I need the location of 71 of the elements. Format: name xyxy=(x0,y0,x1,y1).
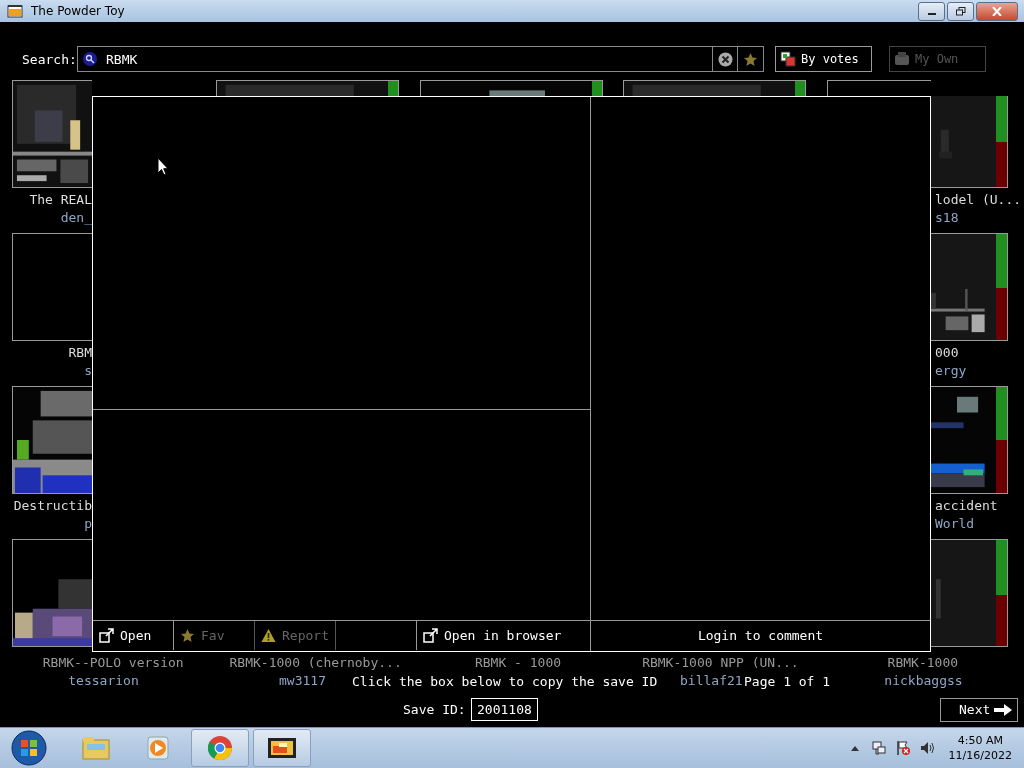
search-label: Search: xyxy=(21,51,77,67)
search-field[interactable]: RBMK xyxy=(77,46,713,72)
save-author[interactable]: billaf21 xyxy=(680,672,744,690)
save-title[interactable]: The REAL xyxy=(29,191,92,209)
save-author[interactable]: tessarion xyxy=(12,672,195,690)
sort-icon xyxy=(780,51,796,67)
save-title[interactable]: RBM xyxy=(68,344,92,362)
external-link-icon xyxy=(99,628,114,643)
clear-icon xyxy=(717,51,733,67)
restore-button[interactable] xyxy=(947,1,974,21)
save-author[interactable]: p xyxy=(84,515,92,533)
save-author[interactable]: ergy xyxy=(935,362,967,380)
save-id-box[interactable]: 2001108 xyxy=(471,698,538,721)
window-app-icon xyxy=(7,4,23,18)
save-author[interactable]: s xyxy=(84,362,92,380)
network-icon xyxy=(870,740,887,756)
save-thumbnail[interactable] xyxy=(216,80,399,96)
save-title[interactable]: Destructib xyxy=(13,497,92,515)
save-title[interactable]: 000 xyxy=(935,344,959,362)
save-thumbnail[interactable] xyxy=(931,233,1008,341)
save-title[interactable]: RBMK-1000 (chernoby... xyxy=(224,654,408,672)
page-indicator: Page 1 of 1 xyxy=(744,673,832,689)
start-button[interactable] xyxy=(11,730,47,766)
clear-search-button[interactable] xyxy=(713,46,738,72)
save-thumbnail[interactable] xyxy=(931,539,1008,647)
save-thumbnail[interactable] xyxy=(931,96,1008,188)
save-title[interactable]: accident xyxy=(935,497,998,515)
next-button[interactable]: Next xyxy=(940,697,1018,722)
save-title[interactable]: lodel (U... xyxy=(935,191,1022,209)
sort-button[interactable]: By votes xyxy=(775,46,872,72)
save-title[interactable]: RBMK-1000 xyxy=(831,654,1015,672)
save-thumbnail[interactable] xyxy=(420,80,603,96)
speaker-icon xyxy=(918,740,935,756)
save-thumbnail[interactable] xyxy=(931,386,1008,494)
taskbar-button[interactable] xyxy=(253,729,311,767)
external-link-icon xyxy=(423,628,438,643)
star-icon xyxy=(743,51,758,67)
restore-icon xyxy=(955,6,966,16)
folder-icon xyxy=(894,51,910,67)
clock-date: 11/16/2022 xyxy=(948,748,1012,763)
clock-time: 4:50 AM xyxy=(957,733,1003,748)
favorite-filter-button[interactable] xyxy=(738,46,764,72)
save-thumbnail[interactable] xyxy=(623,80,806,96)
search-icon xyxy=(83,52,97,66)
save-thumbnail[interactable] xyxy=(12,80,92,188)
cursor-icon xyxy=(157,157,169,176)
folder-icon xyxy=(81,734,111,762)
copy-hint-text: Click the box below to copy the save ID xyxy=(352,673,659,689)
save-title[interactable]: RBMK - 1000 xyxy=(426,654,610,672)
close-icon xyxy=(992,6,1002,16)
flag-icon xyxy=(894,740,911,756)
save-title[interactable]: RBMK-1000 NPP (UN... xyxy=(628,654,812,672)
save-id-label: Save ID: xyxy=(403,702,467,717)
arrow-right-icon xyxy=(993,702,1013,717)
save-thumbnail[interactable] xyxy=(12,233,92,341)
save-title[interactable]: RBMK--POLO version xyxy=(21,654,205,672)
save-thumbnail[interactable] xyxy=(12,386,92,494)
close-button[interactable] xyxy=(976,1,1018,21)
window-title: The Powder Toy xyxy=(31,4,126,18)
save-author[interactable]: den_ xyxy=(60,209,92,227)
save-thumbnail[interactable] xyxy=(12,539,92,647)
star-icon xyxy=(180,628,195,643)
save-author[interactable]: s18 xyxy=(935,209,959,227)
minimize-icon xyxy=(927,13,936,15)
warning-icon xyxy=(261,628,276,643)
save-thumbnail[interactable] xyxy=(827,80,931,96)
browser-icon xyxy=(205,734,235,762)
save-author[interactable]: nickbaggss xyxy=(832,672,1015,690)
minimize-button[interactable] xyxy=(918,1,945,21)
save-author[interactable]: mw3117 xyxy=(279,672,339,690)
save-author[interactable]: World xyxy=(935,515,975,533)
